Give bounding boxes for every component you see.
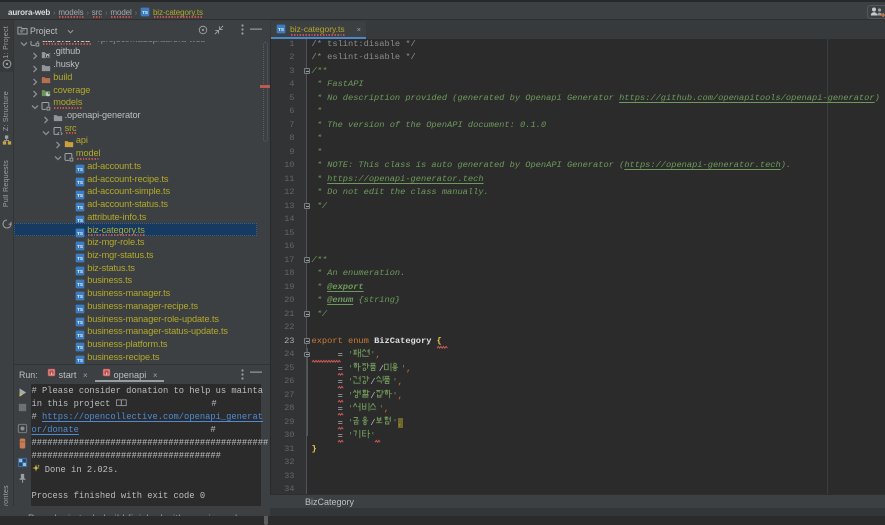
svg-text:TS: TS [77, 358, 83, 363]
svg-text:TS: TS [142, 10, 148, 15]
svg-text:TS: TS [278, 27, 284, 32]
